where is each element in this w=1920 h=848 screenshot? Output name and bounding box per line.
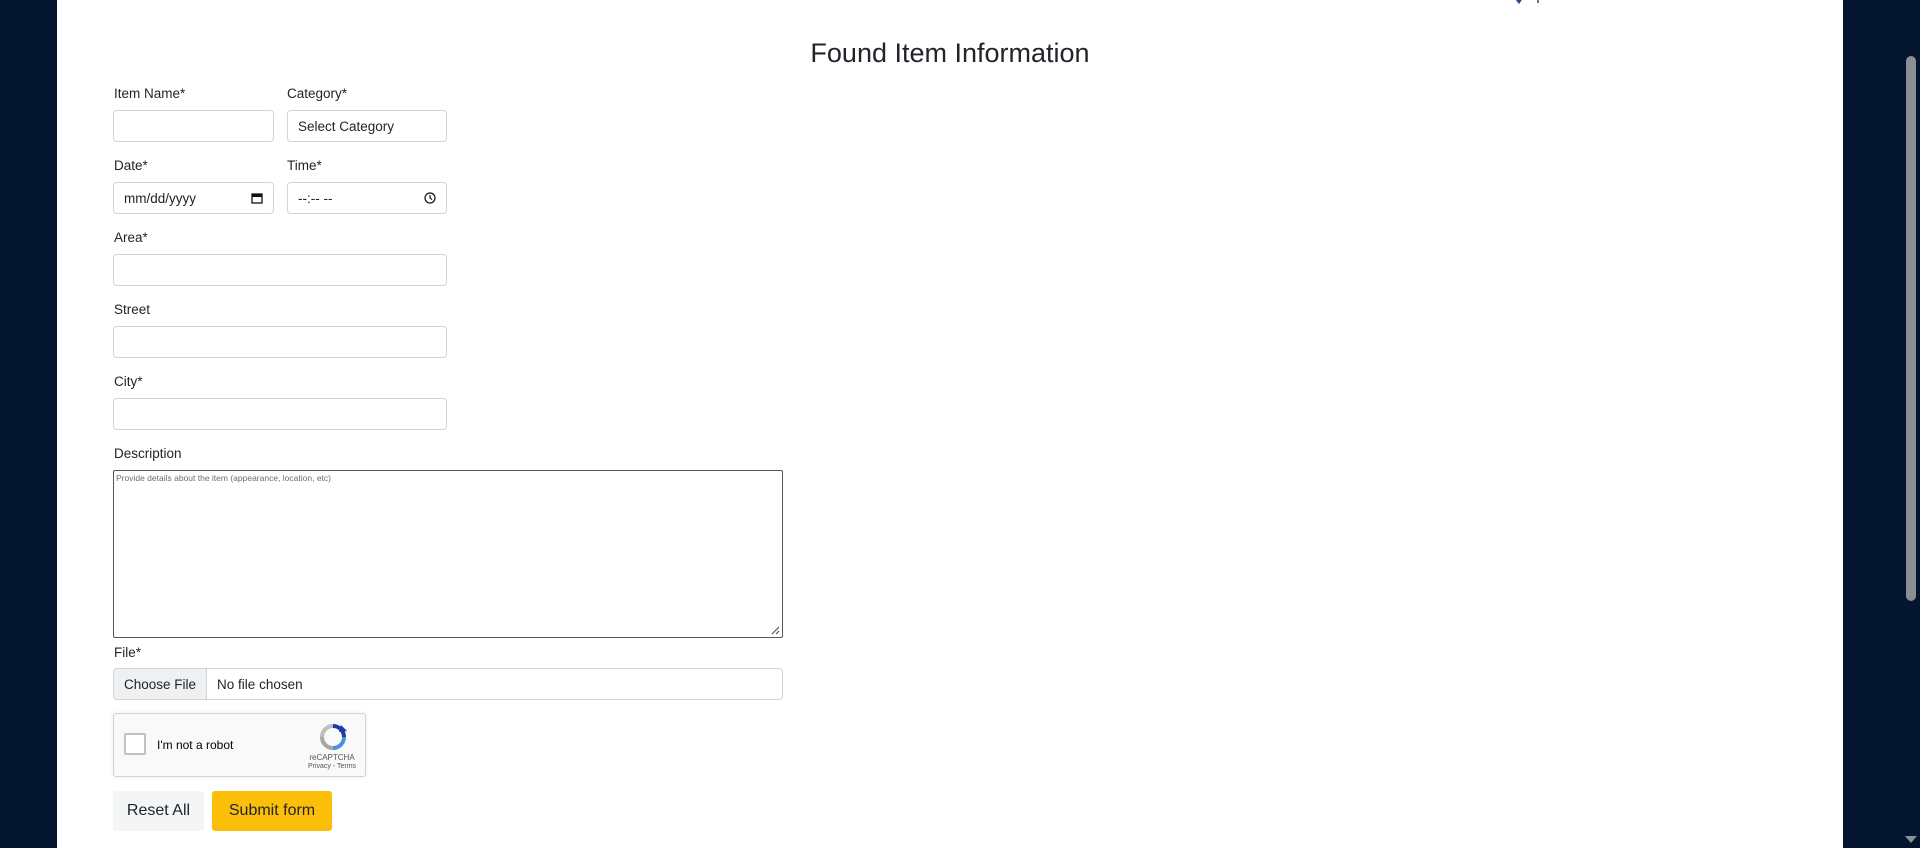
reset-button[interactable]: Reset All — [113, 791, 204, 831]
file-label: File* — [114, 645, 142, 660]
date-label: Date* — [114, 158, 148, 173]
area-label: Area* — [114, 230, 148, 245]
scroll-down-arrow-icon[interactable] — [1905, 836, 1917, 843]
description-textarea[interactable]: Provide details about the item (appearan… — [113, 470, 783, 638]
date-input[interactable]: mm/dd/yyyy — [113, 182, 274, 214]
street-label: Street — [114, 302, 151, 317]
item-name-input[interactable] — [113, 110, 274, 142]
page-title: Found Item Information — [810, 38, 1090, 68]
page-content: Found Item Information Item Name* Catego… — [57, 0, 1843, 848]
recaptcha-links[interactable]: Privacy - Terms — [302, 763, 362, 770]
scrollbar-thumb[interactable] — [1906, 56, 1916, 601]
date-placeholder: mm/dd/yyyy — [124, 190, 197, 206]
description-placeholder: Provide details about the item (appearan… — [116, 473, 331, 483]
recaptcha-widget: I'm not a robot reCAPTCHA Privacy - Term… — [113, 713, 366, 777]
choose-file-button[interactable]: Choose File — [114, 669, 208, 699]
recaptcha-checkbox[interactable] — [124, 733, 146, 755]
file-input[interactable]: Choose File No file chosen — [113, 668, 783, 700]
city-label: City* — [114, 374, 143, 389]
city-input[interactable] — [113, 398, 447, 430]
recaptcha-logo-icon — [320, 724, 347, 750]
time-placeholder: --:-- -- — [298, 190, 333, 206]
file-status: No file chosen — [217, 676, 303, 692]
recaptcha-brand: reCAPTCHA — [309, 753, 355, 762]
description-label: Description — [114, 446, 182, 461]
time-input[interactable]: --:-- -- — [287, 182, 447, 214]
area-input[interactable] — [113, 254, 447, 286]
category-select[interactable]: Select Category — [287, 110, 447, 142]
clock-icon[interactable] — [424, 192, 436, 204]
submit-button[interactable]: Submit form — [212, 791, 332, 831]
scrollbar[interactable] — [1902, 0, 1920, 848]
header-decoration-icon — [1515, 0, 1539, 5]
recaptcha-label: I'm not a robot — [157, 738, 234, 752]
street-input[interactable] — [113, 326, 447, 358]
category-label: Category* — [287, 86, 348, 101]
category-selected-value: Select Category — [298, 118, 395, 134]
resize-handle-icon[interactable] — [771, 626, 780, 635]
item-name-label: Item Name* — [114, 86, 186, 101]
calendar-icon[interactable] — [251, 192, 263, 204]
time-label: Time* — [287, 158, 322, 173]
